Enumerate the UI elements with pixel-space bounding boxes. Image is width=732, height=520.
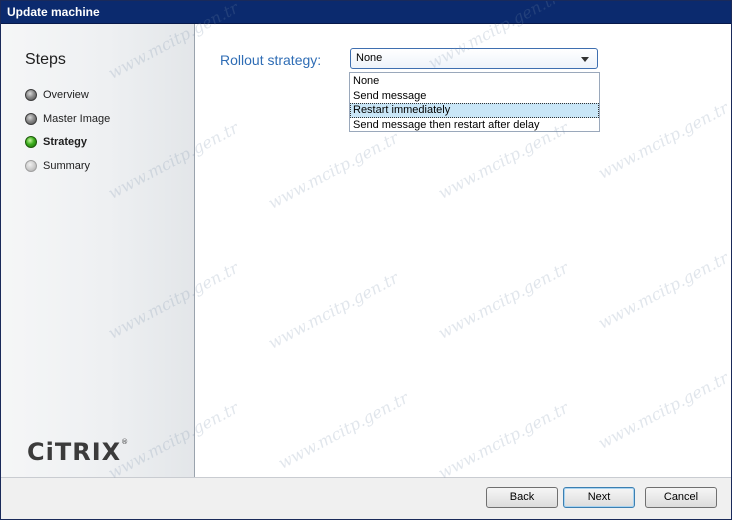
steps-heading: Steps <box>25 51 66 68</box>
next-button[interactable]: Next <box>563 487 635 508</box>
option-none[interactable]: None <box>350 74 599 89</box>
select-value: None <box>356 52 383 64</box>
cancel-button[interactable]: Cancel <box>645 487 717 508</box>
rollout-strategy-dropdown-list: None Send message Restart immediately Se… <box>349 72 600 132</box>
step-label: Master Image <box>43 113 111 125</box>
step-master-image: Master Image <box>25 110 110 128</box>
step-current-icon <box>25 136 37 148</box>
title-bar[interactable]: Update machine <box>1 1 731 24</box>
step-overview: Overview <box>25 86 89 104</box>
step-label: Summary <box>43 160 91 172</box>
option-send-message-then-restart[interactable]: Send message then restart after delay <box>350 118 599 133</box>
rollout-strategy-label: Rollout strategy: <box>220 52 322 68</box>
citrix-logo: CiTRIX® <box>27 438 130 466</box>
step-complete-icon <box>25 113 37 125</box>
rollout-strategy-select[interactable]: None <box>350 48 598 69</box>
step-complete-icon <box>25 89 37 101</box>
step-label: Overview <box>43 89 89 101</box>
step-pending-icon <box>25 160 37 172</box>
step-strategy: Strategy <box>25 133 87 151</box>
steps-sidebar: Steps Overview Master Image Strategy Sum… <box>1 24 195 477</box>
option-send-message[interactable]: Send message <box>350 89 599 104</box>
strategy-panel: Rollout strategy: None None Send message… <box>195 24 731 477</box>
chevron-down-icon[interactable] <box>581 57 589 62</box>
option-restart-immediately[interactable]: Restart immediately <box>350 103 599 118</box>
back-button[interactable]: Back <box>486 487 558 508</box>
step-summary: Summary <box>25 157 90 175</box>
button-bar: Back Next Cancel <box>1 477 731 519</box>
window-title: Update machine <box>7 5 100 19</box>
step-label: Strategy <box>43 136 88 148</box>
update-machine-window: Update machine Steps Overview Master Ima… <box>0 0 732 520</box>
